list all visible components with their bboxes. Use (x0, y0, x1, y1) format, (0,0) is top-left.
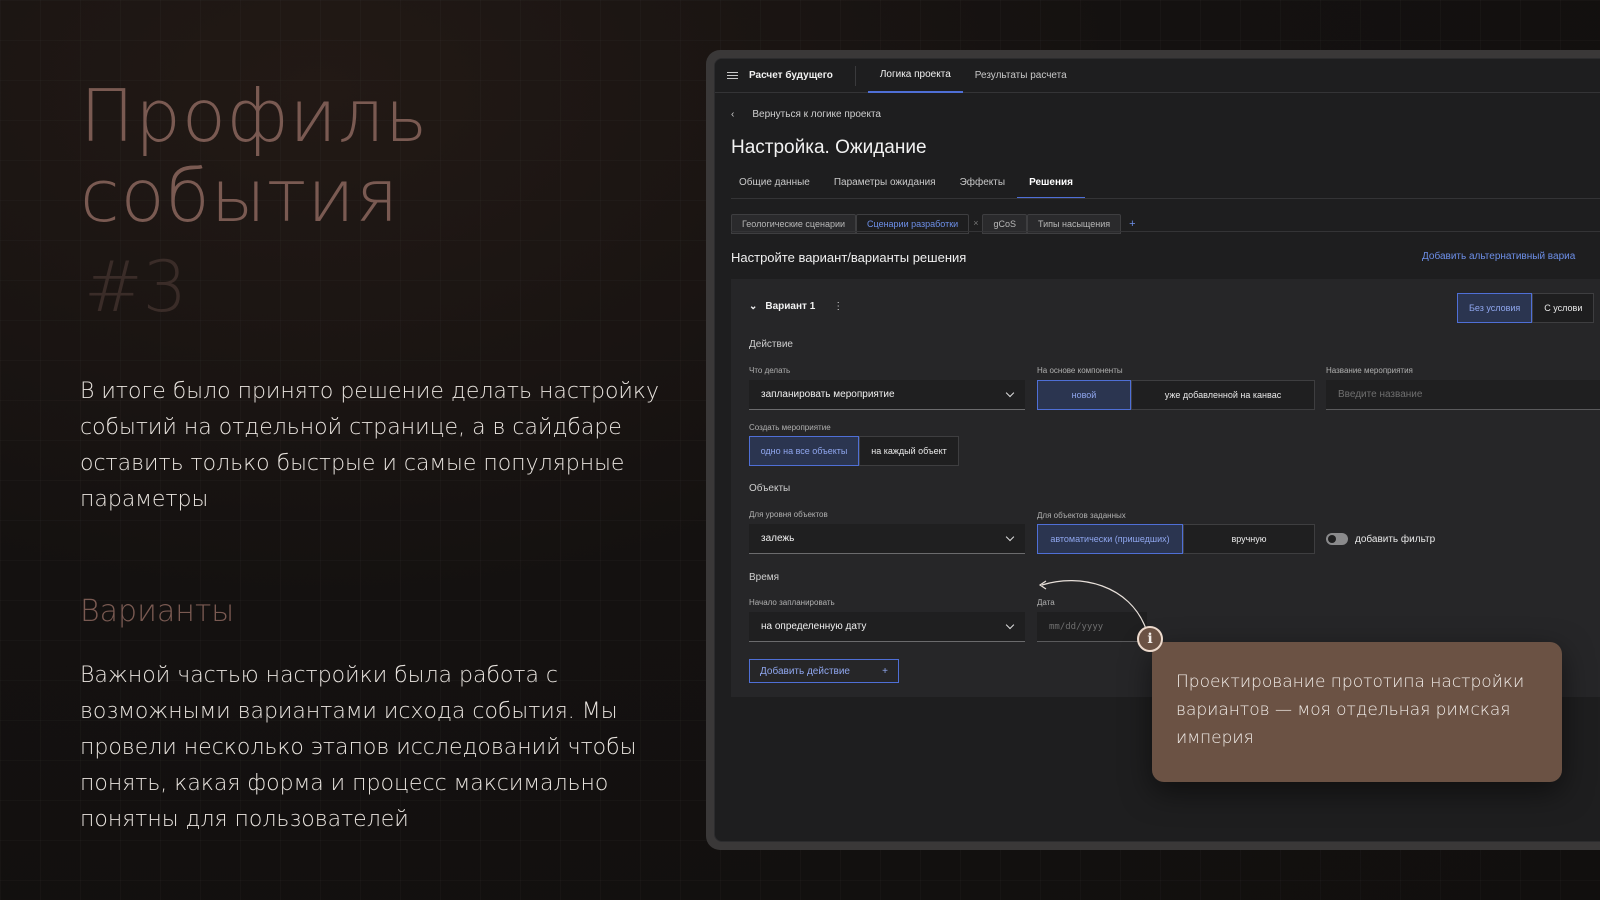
variant-panel: ⌄ Вариант 1 ⋮ Без условия С услови Дейст… (731, 279, 1600, 697)
lead-paragraph: В итоге было принято решение делать наст… (80, 379, 659, 512)
start-select[interactable]: на определенную дату (749, 612, 1025, 642)
what-select-value: запланировать мероприятие (761, 389, 895, 400)
info-icon: i (1137, 626, 1163, 652)
top-bar: Расчет будущего Логика проекта Результат… (715, 59, 1600, 93)
slide-title-line1: Профиль (80, 74, 429, 158)
slide-title: Профиль события (80, 76, 428, 236)
kebab-menu-icon[interactable]: ⋮ (833, 301, 843, 312)
filter-toggle[interactable]: добавить фильтр (1326, 533, 1435, 545)
create-segment: одно на все объекты на каждый объект (749, 436, 959, 466)
chevron-down-icon: ⌄ (749, 301, 758, 312)
based-label: На основе компоненты (1037, 366, 1123, 375)
section-tabs: Общие данные Параметры ожидания Эффекты … (727, 171, 1085, 199)
plus-icon: + (882, 665, 888, 677)
toggle-switch-icon (1326, 533, 1348, 545)
back-link-label: Вернуться к логике проекта (752, 109, 881, 120)
slide-number: #3 (84, 246, 188, 328)
given-auto-option[interactable]: автоматически (пришедших) (1037, 524, 1183, 554)
section-heading: Настройте вариант/варианты решения (731, 250, 967, 265)
start-label: Начало запланировать (749, 598, 835, 607)
add-action-label: Добавить действие (760, 665, 850, 677)
level-select[interactable]: залежь (749, 524, 1025, 554)
annotation-callout: Проектирование прототипа настройки вариа… (1152, 642, 1562, 782)
time-header: Время (749, 572, 780, 583)
add-action-button[interactable]: Добавить действие + (749, 659, 899, 683)
based-existing-option[interactable]: уже добавленной на канвас (1131, 380, 1315, 410)
slide-title-line2: события (80, 154, 400, 238)
tabs-divider (731, 198, 1600, 199)
top-tab-logic[interactable]: Логика проекта (867, 59, 963, 93)
given-label: Для объектов заданных (1037, 511, 1126, 520)
body-paragraph: Важной частью настройки была работа с во… (80, 663, 637, 832)
condition-toggle: Без условия С услови (1457, 293, 1595, 323)
create-each-option[interactable]: на каждый объект (859, 436, 959, 466)
chevron-left-icon: ‹ (731, 109, 735, 120)
what-select[interactable]: запланировать мероприятие (749, 380, 1025, 410)
objects-header: Объекты (749, 483, 791, 494)
chips-divider (731, 231, 1600, 232)
page-title: Настройка. Ожидание (731, 137, 927, 158)
what-label: Что делать (749, 366, 791, 375)
filter-toggle-label: добавить фильтр (1355, 533, 1436, 545)
no-condition-option[interactable]: Без условия (1457, 293, 1533, 323)
event-name-input[interactable]: Введите название (1326, 380, 1600, 410)
with-condition-option[interactable]: С услови (1532, 293, 1595, 323)
variant-header[interactable]: ⌄ Вариант 1 ⋮ (749, 301, 843, 312)
tab-general[interactable]: Общие данные (727, 171, 822, 199)
level-label: Для уровня объектов (749, 510, 828, 519)
create-one-option[interactable]: одно на все объекты (749, 436, 859, 466)
based-segment: новой уже добавленной на канвас (1037, 380, 1315, 410)
create-label: Создать мероприятие (749, 423, 831, 432)
chevron-down-icon (1005, 388, 1015, 398)
variant-name: Вариант 1 (765, 301, 816, 312)
given-manual-option[interactable]: вручную (1183, 524, 1315, 554)
back-link[interactable]: ‹ Вернуться к логике проекта (731, 109, 881, 120)
chevron-down-icon (1005, 620, 1015, 630)
section-subtitle: Варианты (80, 594, 235, 629)
start-select-value: на определенную дату (761, 621, 867, 632)
top-tab-results[interactable]: Результаты расчета (963, 59, 1079, 93)
tab-wait-params[interactable]: Параметры ожидания (822, 171, 948, 199)
based-new-option[interactable]: новой (1037, 380, 1131, 410)
given-segment: автоматически (пришедших) вручную (1037, 524, 1315, 554)
chevron-down-icon (1005, 532, 1015, 542)
hamburger-menu-icon[interactable] (715, 59, 749, 93)
action-header: Действие (749, 339, 793, 350)
tab-decisions[interactable]: Решения (1017, 171, 1085, 199)
tab-effects[interactable]: Эффекты (948, 171, 1017, 199)
app-title: Расчет будущего (749, 65, 856, 86)
event-name-label: Название мероприятия (1326, 366, 1413, 375)
level-select-value: залежь (761, 533, 795, 544)
add-alternative-link[interactable]: Добавить альтернативный вариа (1422, 251, 1575, 262)
